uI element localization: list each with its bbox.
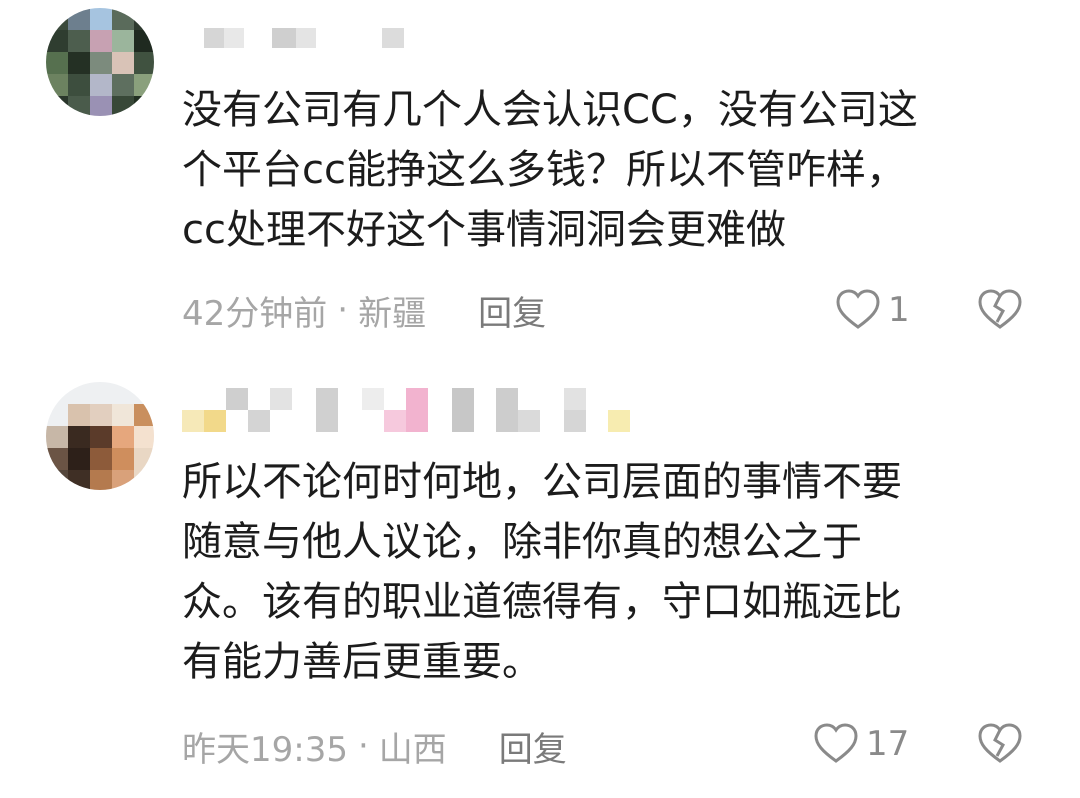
heart-outline-icon [814, 723, 858, 763]
like-count: 1 [888, 290, 910, 330]
like-count: 17 [866, 724, 910, 764]
meta-separator: · [357, 726, 369, 766]
like-button[interactable]: 1 [834, 286, 910, 334]
comment-meta: 42分钟前 · 新疆 回复 [182, 286, 546, 335]
avatar[interactable] [46, 382, 154, 490]
broken-heart-icon [978, 289, 1022, 329]
broken-heart-icon [978, 723, 1022, 763]
comment-text: 所以不论何时何地，公司层面的事情不要 随意与他人议论，除非你真的想公之于 众。该… [182, 459, 902, 685]
heart-outline-icon [836, 289, 880, 329]
avatar[interactable] [46, 8, 154, 116]
comment-location: 新疆 [358, 293, 427, 334]
username-mosaic[interactable] [182, 384, 642, 432]
reply-button[interactable]: 回复 [478, 286, 546, 335]
comment-location: 山西 [378, 729, 447, 770]
dislike-button[interactable] [976, 720, 1024, 768]
comment-item: 没有公司有几个人会认识CC，没有公司这 个平台cc能挣这么多钱？所以不管咋样， … [0, 0, 1080, 370]
like-button[interactable]: 17 [812, 720, 909, 768]
comment-time: 42分钟前 [182, 293, 328, 334]
meta-separator: · [337, 290, 349, 330]
comment-time: 昨天19:35 [182, 729, 348, 770]
username-mosaic[interactable] [182, 26, 422, 66]
comment-meta: 昨天19:35 · 山西 回复 [182, 722, 567, 771]
comment-text: 没有公司有几个人会认识CC，没有公司这 个平台cc能挣这么多钱？所以不管咋样， … [182, 87, 918, 253]
reply-button[interactable]: 回复 [499, 722, 567, 771]
dislike-button[interactable] [976, 286, 1024, 334]
comment-item: 所以不论何时何地，公司层面的事情不要 随意与他人议论，除非你真的想公之于 众。该… [0, 370, 1080, 798]
